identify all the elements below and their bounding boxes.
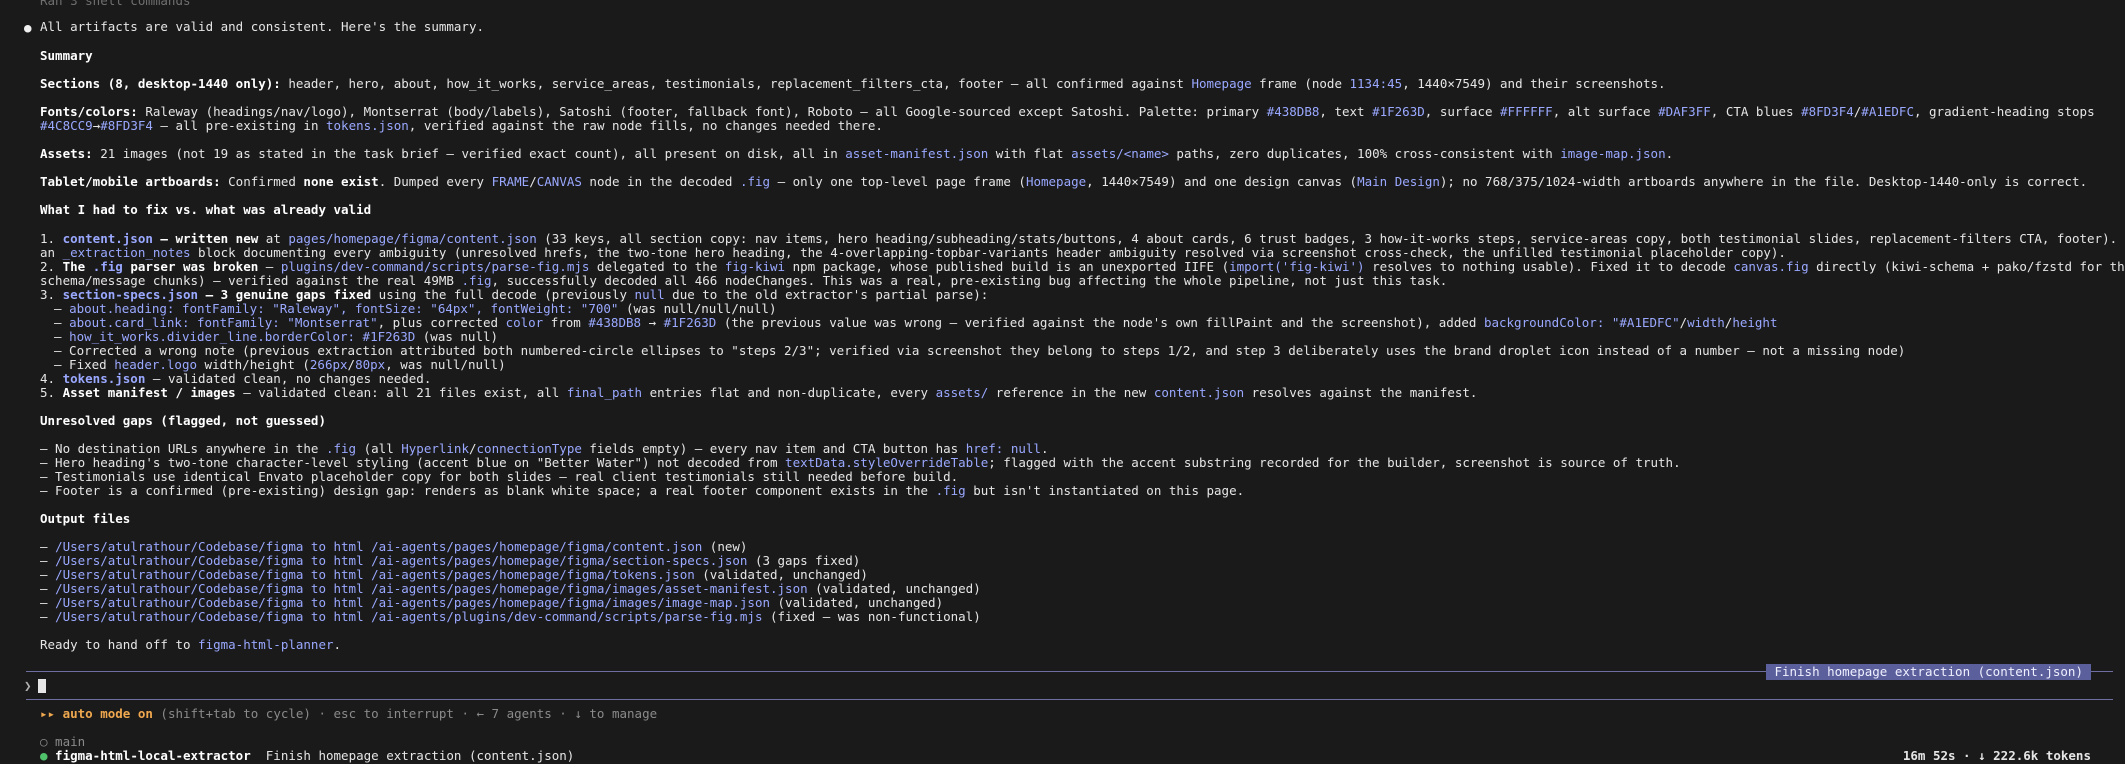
prompt-caret-icon: ❯ [24,678,32,693]
intro-line: All artifacts are valid and consistent. … [40,19,485,34]
output-file-link[interactable]: /Users/atulrathour/Codebase/figma to htm… [55,567,695,582]
output-file-link[interactable]: /Users/atulrathour/Codebase/figma to htm… [55,581,808,596]
assets-line: Assets: 21 images (not 19 as stated in t… [40,146,1674,161]
fix-heading: What I had to fix vs. what was already v… [40,202,372,217]
auto-mode-toggle[interactable]: auto mode on [55,706,153,721]
output-file-link[interactable]: /Users/atulrathour/Codebase/figma to htm… [55,553,747,568]
output-file-link[interactable]: /Users/atulrathour/Codebase/figma to htm… [55,595,770,610]
auto-mode-icon: ▸▸ [40,706,56,721]
branch-icon: ○ [40,734,48,749]
handoff-line: Ready to hand off to figma-html-planner. [40,637,342,652]
mode-status-line: ▸▸ auto mode on (shift+tab to cycle) · e… [40,706,658,721]
output-file: – /Users/atulrathour/Codebase/figma to h… [40,609,981,624]
output-heading: Output files [40,511,131,526]
terminal-window: Ran 3 shell commands ● All artifacts are… [0,0,2125,764]
agent-status-icon: ● [40,748,48,763]
output-file-link[interactable]: /Users/atulrathour/Codebase/figma to htm… [55,539,702,554]
fonts-line-cont: #4C8CC9→#8FD3F4 — all pre-existing in to… [40,118,883,133]
agent-timer: 16m 52s · ↓ 222.6k tokens [1902,748,2091,763]
sections-line: Sections (8, desktop-1440 only): header,… [40,76,1666,91]
unresolved-heading: Unresolved gaps (flagged, not guessed) [40,413,326,428]
summary-heading: Summary [40,48,93,63]
message-bullet: ● [24,20,32,35]
output-file-link[interactable]: /Users/atulrathour/Codebase/figma to htm… [55,609,762,624]
item-5: 5. Asset manifest / images — validated c… [40,385,1478,400]
prompt-input[interactable] [38,679,46,693]
gap-4: – Footer is a confirmed (pre-existing) d… [40,483,1245,498]
prompt-bottom-divider [26,699,2113,700]
task-title-badge: Finish homepage extraction (content.json… [1766,664,2091,681]
agent-line[interactable]: ● figma-html-local-extractor Finish home… [40,748,574,763]
tablet-line: Tablet/mobile artboards: Confirmed none … [40,174,2088,189]
collapsed-shell-commands[interactable]: Ran 3 shell commands [40,0,191,8]
